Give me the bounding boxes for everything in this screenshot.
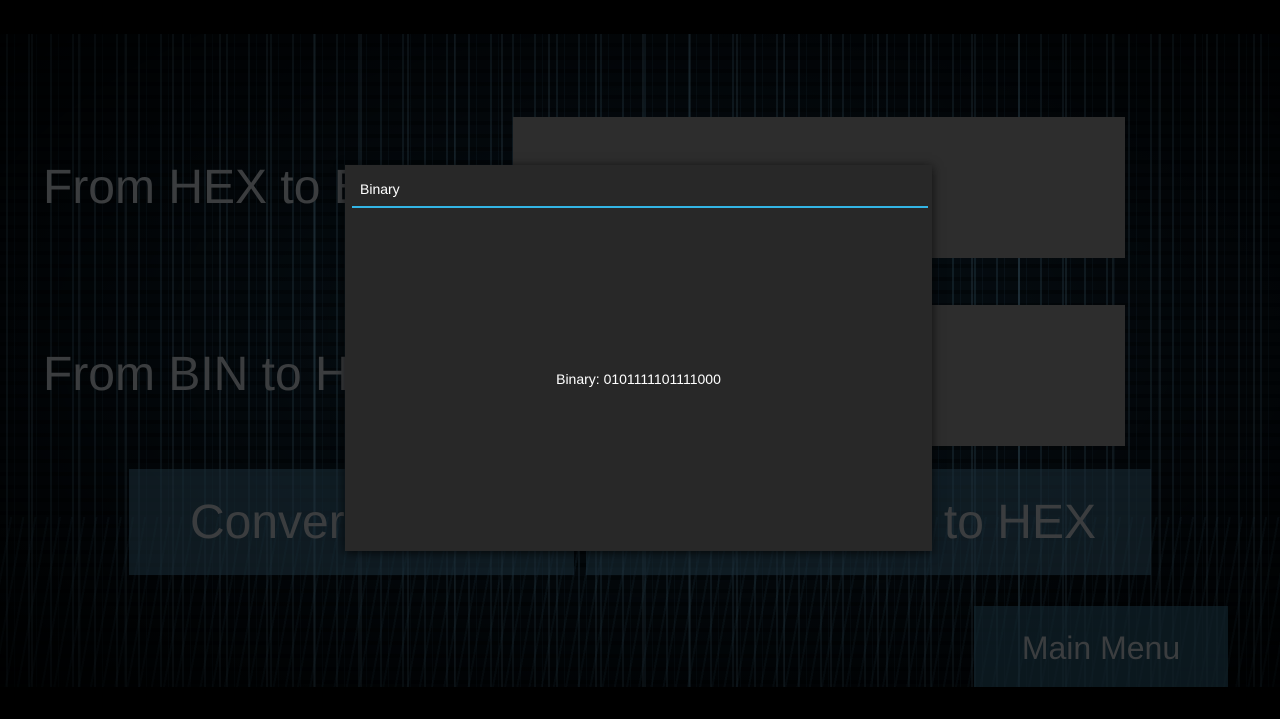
- dialog-title: Binary: [360, 181, 400, 197]
- result-dialog: Binary Binary: 0101111101111000: [345, 165, 932, 551]
- dialog-message: Binary: 0101111101111000: [556, 371, 721, 387]
- screen: From HEX to BIN From BIN to HEX Convert …: [0, 0, 1280, 719]
- dialog-title-divider: [352, 206, 928, 208]
